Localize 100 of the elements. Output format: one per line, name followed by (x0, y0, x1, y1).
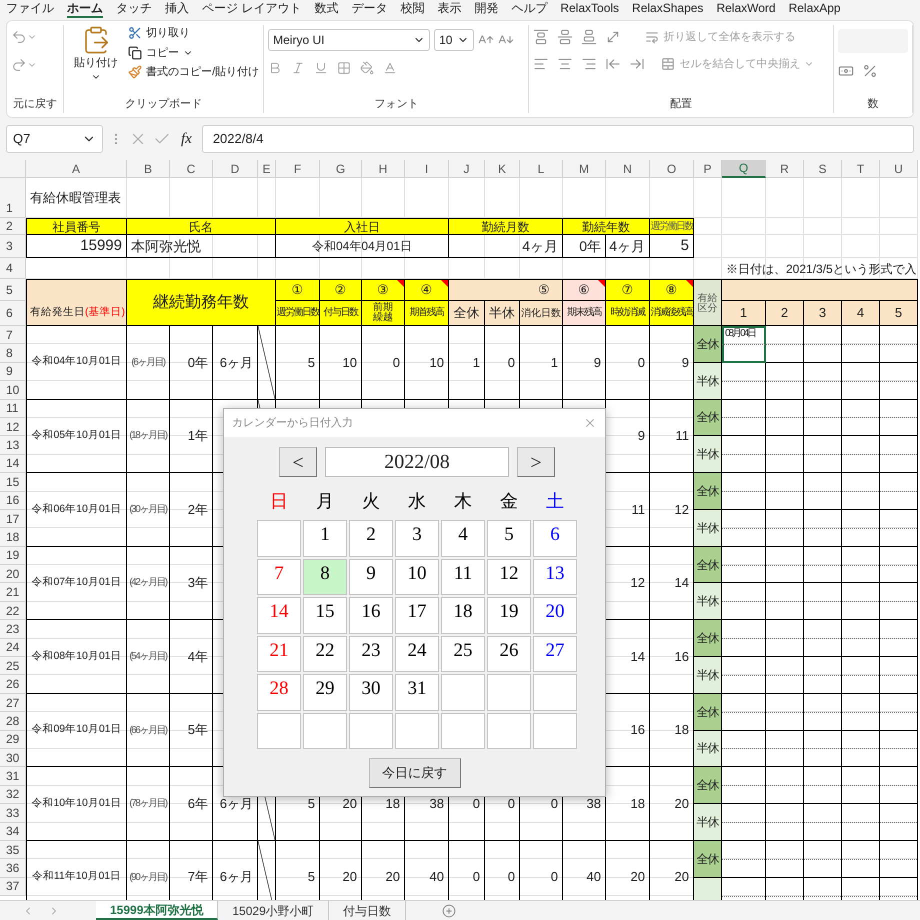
cut-button[interactable]: 切り取り (128, 25, 260, 42)
row-header[interactable]: 7 (0, 326, 26, 344)
row-header[interactable]: 4 (0, 258, 26, 279)
column-header[interactable]: G (320, 160, 362, 178)
sheet-tab[interactable]: 15029小野小町 (218, 901, 329, 920)
menu-tab[interactable]: タッチ (116, 0, 152, 16)
row-header[interactable]: 3 (0, 235, 26, 258)
day-cell[interactable] (441, 712, 485, 749)
row-header[interactable]: 30 (0, 748, 26, 768)
day-cell[interactable]: 4 (441, 520, 485, 556)
row-header[interactable]: 16 (0, 492, 26, 510)
column-header[interactable]: E (258, 160, 276, 178)
row-header[interactable]: 9 (0, 362, 26, 382)
insert-function-button[interactable]: fx (177, 128, 196, 150)
name-box[interactable]: Q7 (6, 125, 103, 153)
menu-tab[interactable]: 数式 (314, 0, 338, 16)
column-header[interactable]: I (405, 160, 449, 178)
day-cell[interactable]: 9 (349, 558, 393, 595)
day-cell[interactable]: 15 (303, 597, 347, 634)
row-header[interactable]: 26 (0, 675, 26, 694)
menu-tab[interactable]: RelaxShapes (632, 0, 704, 16)
menu-tab[interactable]: RelaxTools (560, 0, 620, 16)
day-cell[interactable]: 5 (487, 520, 531, 556)
sheet-tab[interactable]: 15999本阿弥光悦 (96, 901, 218, 920)
day-cell[interactable]: 3 (395, 520, 439, 556)
column-header[interactable]: F (276, 160, 320, 178)
row-header[interactable]: 21 (0, 583, 26, 602)
menu-tab[interactable]: RelaxWord (716, 0, 776, 16)
row-header[interactable]: 2 (0, 218, 26, 235)
day-cell[interactable]: 6 (533, 520, 577, 556)
column-header[interactable]: M (563, 160, 606, 178)
menu-tab[interactable]: 表示 (437, 0, 462, 16)
column-header[interactable]: L (520, 160, 563, 178)
day-cell[interactable]: 17 (395, 597, 439, 634)
menu-tab[interactable]: RelaxApp (788, 0, 841, 16)
row-header[interactable]: 22 (0, 602, 26, 620)
column-header[interactable]: S (804, 160, 842, 178)
font-size-dropdown[interactable]: 10 (434, 29, 474, 51)
day-cell[interactable] (487, 674, 531, 710)
row-header[interactable]: 28 (0, 712, 26, 731)
row-header[interactable]: 14 (0, 454, 26, 474)
row-header[interactable]: 11 (0, 400, 26, 418)
day-cell[interactable]: 23 (349, 636, 393, 672)
day-cell[interactable]: 16 (349, 597, 393, 634)
row-header[interactable]: 20 (0, 565, 26, 584)
column-header[interactable]: R (766, 160, 804, 178)
font-name-dropdown[interactable]: Meiryo UI (268, 29, 430, 51)
paste-button[interactable]: 貼り付け (68, 25, 124, 95)
day-cell[interactable] (257, 712, 301, 749)
row-header[interactable]: 34 (0, 822, 26, 841)
row-header[interactable]: 24 (0, 638, 26, 658)
column-header[interactable]: Q (722, 160, 766, 178)
row-header[interactable]: 29 (0, 730, 26, 749)
menu-tab[interactable]: ページ レイアウト (202, 0, 302, 16)
copy-button[interactable]: コピー (128, 44, 260, 61)
menu-tab[interactable]: 開発 (474, 0, 498, 16)
row-header[interactable]: 18 (0, 528, 26, 547)
formula-field[interactable]: 2022/8/4 (202, 125, 914, 153)
column-header[interactable]: B (127, 160, 170, 178)
next-month-button[interactable]: > (517, 447, 555, 477)
row-header[interactable]: 17 (0, 510, 26, 528)
day-cell[interactable]: 14 (257, 597, 301, 634)
column-header[interactable]: N (606, 160, 650, 178)
column-header[interactable]: J (449, 160, 485, 178)
row-header[interactable]: 27 (0, 694, 26, 712)
day-cell[interactable]: 7 (257, 558, 301, 595)
day-cell[interactable]: 11 (441, 558, 485, 595)
today-button[interactable]: 今日に戻す (368, 758, 460, 788)
day-cell[interactable]: 12 (487, 558, 531, 595)
day-cell[interactable]: 26 (487, 636, 531, 672)
day-cell[interactable]: 20 (533, 597, 577, 634)
day-cell[interactable]: 28 (257, 674, 301, 710)
menu-tab[interactable]: ヘルプ (511, 0, 548, 16)
row-header[interactable]: 15 (0, 473, 26, 492)
column-header[interactable]: U (880, 160, 918, 178)
row-header[interactable]: 5 (0, 279, 26, 301)
day-cell[interactable]: 8 (303, 558, 347, 595)
day-cell[interactable]: 18 (441, 597, 485, 634)
day-cell[interactable] (487, 712, 531, 749)
day-cell[interactable]: 27 (533, 636, 577, 672)
day-cell[interactable]: 19 (487, 597, 531, 634)
row-header[interactable]: 6 (0, 301, 26, 326)
day-cell[interactable] (533, 674, 577, 710)
day-cell[interactable]: 22 (303, 636, 347, 672)
format-painter-button[interactable]: 書式のコピー/貼り付け (128, 64, 260, 80)
day-cell[interactable] (349, 712, 393, 749)
day-cell[interactable]: 24 (395, 636, 439, 672)
day-cell[interactable] (257, 520, 301, 556)
row-header[interactable]: 37 (0, 878, 26, 896)
day-cell[interactable] (395, 712, 439, 749)
menu-tab[interactable]: ファイル (6, 0, 54, 16)
day-cell[interactable]: 31 (395, 674, 439, 710)
day-cell[interactable] (533, 712, 577, 749)
column-header[interactable]: H (362, 160, 405, 178)
column-header[interactable]: A (26, 160, 127, 178)
day-cell[interactable]: 13 (533, 558, 577, 595)
row-header[interactable]: 35 (0, 840, 26, 860)
day-cell[interactable] (441, 674, 485, 710)
previous-month-button[interactable]: < (279, 447, 317, 477)
column-header[interactable]: T (842, 160, 880, 178)
